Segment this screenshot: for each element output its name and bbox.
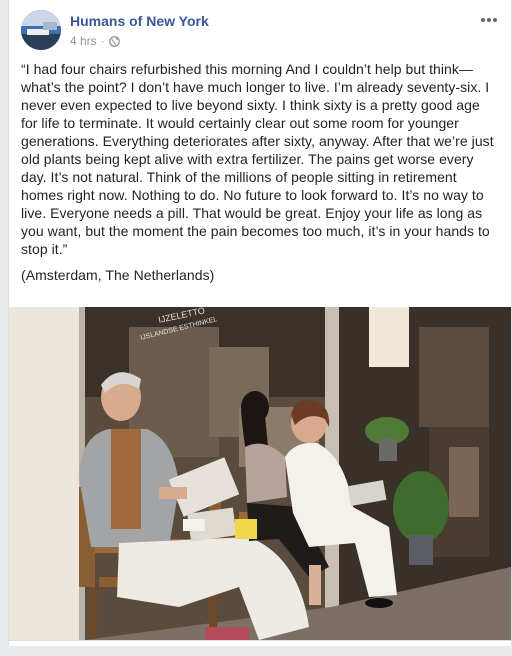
avatar-image [21,10,61,50]
page-name-link[interactable]: Humans of New York [70,13,209,29]
post-footer [9,640,511,646]
white-wall [9,307,79,640]
post-timestamp[interactable]: 4 hrs [70,34,97,48]
post-card: Humans of New York 4 hrs · “I had four c… [8,0,512,646]
post-header: Humans of New York 4 hrs · [21,10,499,54]
yellow-bucket [235,519,257,539]
post-body: “I had four chairs refurbished this morn… [21,60,495,284]
more-options-icon[interactable] [477,10,501,30]
post-location: (Amsterdam, The Netherlands) [21,267,215,283]
page-avatar[interactable] [21,10,61,50]
photo-scene: IJZELETTO IJSLANDSE ESTHINKEL [9,307,511,640]
post-meta: 4 hrs · [70,34,120,48]
meta-separator: · [100,34,105,48]
globe-icon[interactable] [108,35,120,47]
post-quote: “I had four chairs refurbished this morn… [21,61,494,257]
post-photo[interactable]: IJZELETTO IJSLANDSE ESTHINKEL [9,307,511,640]
